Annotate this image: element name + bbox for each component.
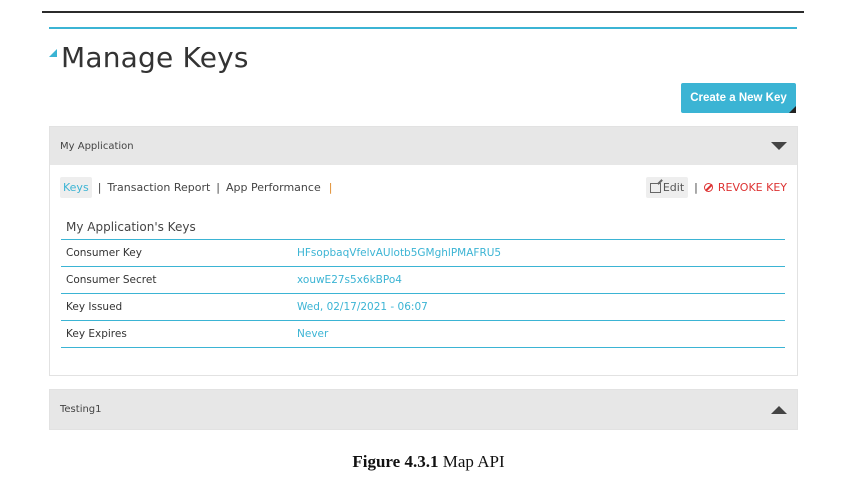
title-caret-icon	[49, 49, 57, 57]
create-new-key-button[interactable]: Create a New Key	[681, 83, 796, 113]
collapse-triangle-icon[interactable]	[771, 142, 787, 150]
expand-triangle-icon[interactable]	[771, 405, 787, 414]
edit-label: Edit	[662, 181, 685, 194]
action-separator: |	[694, 181, 698, 194]
row-label: Consumer Key	[61, 239, 292, 267]
accent-divider	[49, 27, 797, 29]
key-actions: Edit | REVOKE KEY	[645, 177, 787, 198]
edit-icon	[649, 182, 661, 193]
key-expires-value: Never	[292, 320, 785, 348]
testing-panel-header[interactable]: Testing1	[50, 390, 797, 429]
caption-number: Figure 4.3.1	[352, 452, 439, 471]
caption-text: Map API	[442, 452, 505, 471]
page-header: Manage Keys	[49, 40, 249, 76]
app-name: My Application	[60, 140, 134, 152]
tab-separator: |	[216, 181, 221, 194]
revoke-key-button[interactable]: REVOKE KEY	[703, 181, 787, 194]
keys-heading: My Application's Keys	[66, 220, 196, 234]
row-label: Consumer Secret	[61, 266, 292, 294]
table-row: Consumer Secret xouwE27s5x6kBPo4	[61, 266, 785, 294]
consumer-key-value[interactable]: HFsopbaqVfelvAUlotb5GMghlPMAFRU5	[292, 239, 785, 267]
keys-table: Consumer Key HFsopbaqVfelvAUlotb5GMghlPM…	[61, 239, 785, 348]
edit-button[interactable]: Edit	[645, 177, 689, 198]
tab-separator: |	[328, 181, 333, 194]
row-label: Key Expires	[61, 320, 292, 348]
table-row: Key Expires Never	[61, 320, 785, 348]
key-issued-value: Wed, 02/17/2021 - 06:07	[292, 293, 785, 321]
app-panel-header[interactable]: My Application	[50, 127, 797, 165]
app-name: Testing1	[60, 404, 102, 415]
app-panel-testing1: Testing1	[49, 389, 798, 430]
button-corner-decoration	[789, 106, 796, 113]
app-tabs: Keys | Transaction Report | App Performa…	[60, 177, 787, 198]
page-title: Manage Keys	[61, 41, 249, 74]
tab-app-performance[interactable]: App Performance	[226, 181, 321, 194]
top-divider	[42, 11, 804, 13]
ban-icon	[703, 183, 713, 192]
consumer-secret-value[interactable]: xouwE27s5x6kBPo4	[292, 266, 785, 294]
table-row: Consumer Key HFsopbaqVfelvAUlotb5GMghlPM…	[61, 239, 785, 267]
figure-caption: Figure 4.3.1 Map API	[0, 452, 857, 472]
tab-keys[interactable]: Keys	[60, 177, 92, 198]
row-label: Key Issued	[61, 293, 292, 321]
table-row: Key Issued Wed, 02/17/2021 - 06:07	[61, 293, 785, 321]
tab-transaction-report[interactable]: Transaction Report	[107, 181, 210, 194]
create-new-key-label: Create a New Key	[690, 92, 787, 104]
revoke-key-label: REVOKE KEY	[717, 181, 787, 194]
app-panel-my-application: My Application Keys | Transaction Report…	[49, 126, 798, 376]
tab-separator: |	[97, 181, 102, 194]
